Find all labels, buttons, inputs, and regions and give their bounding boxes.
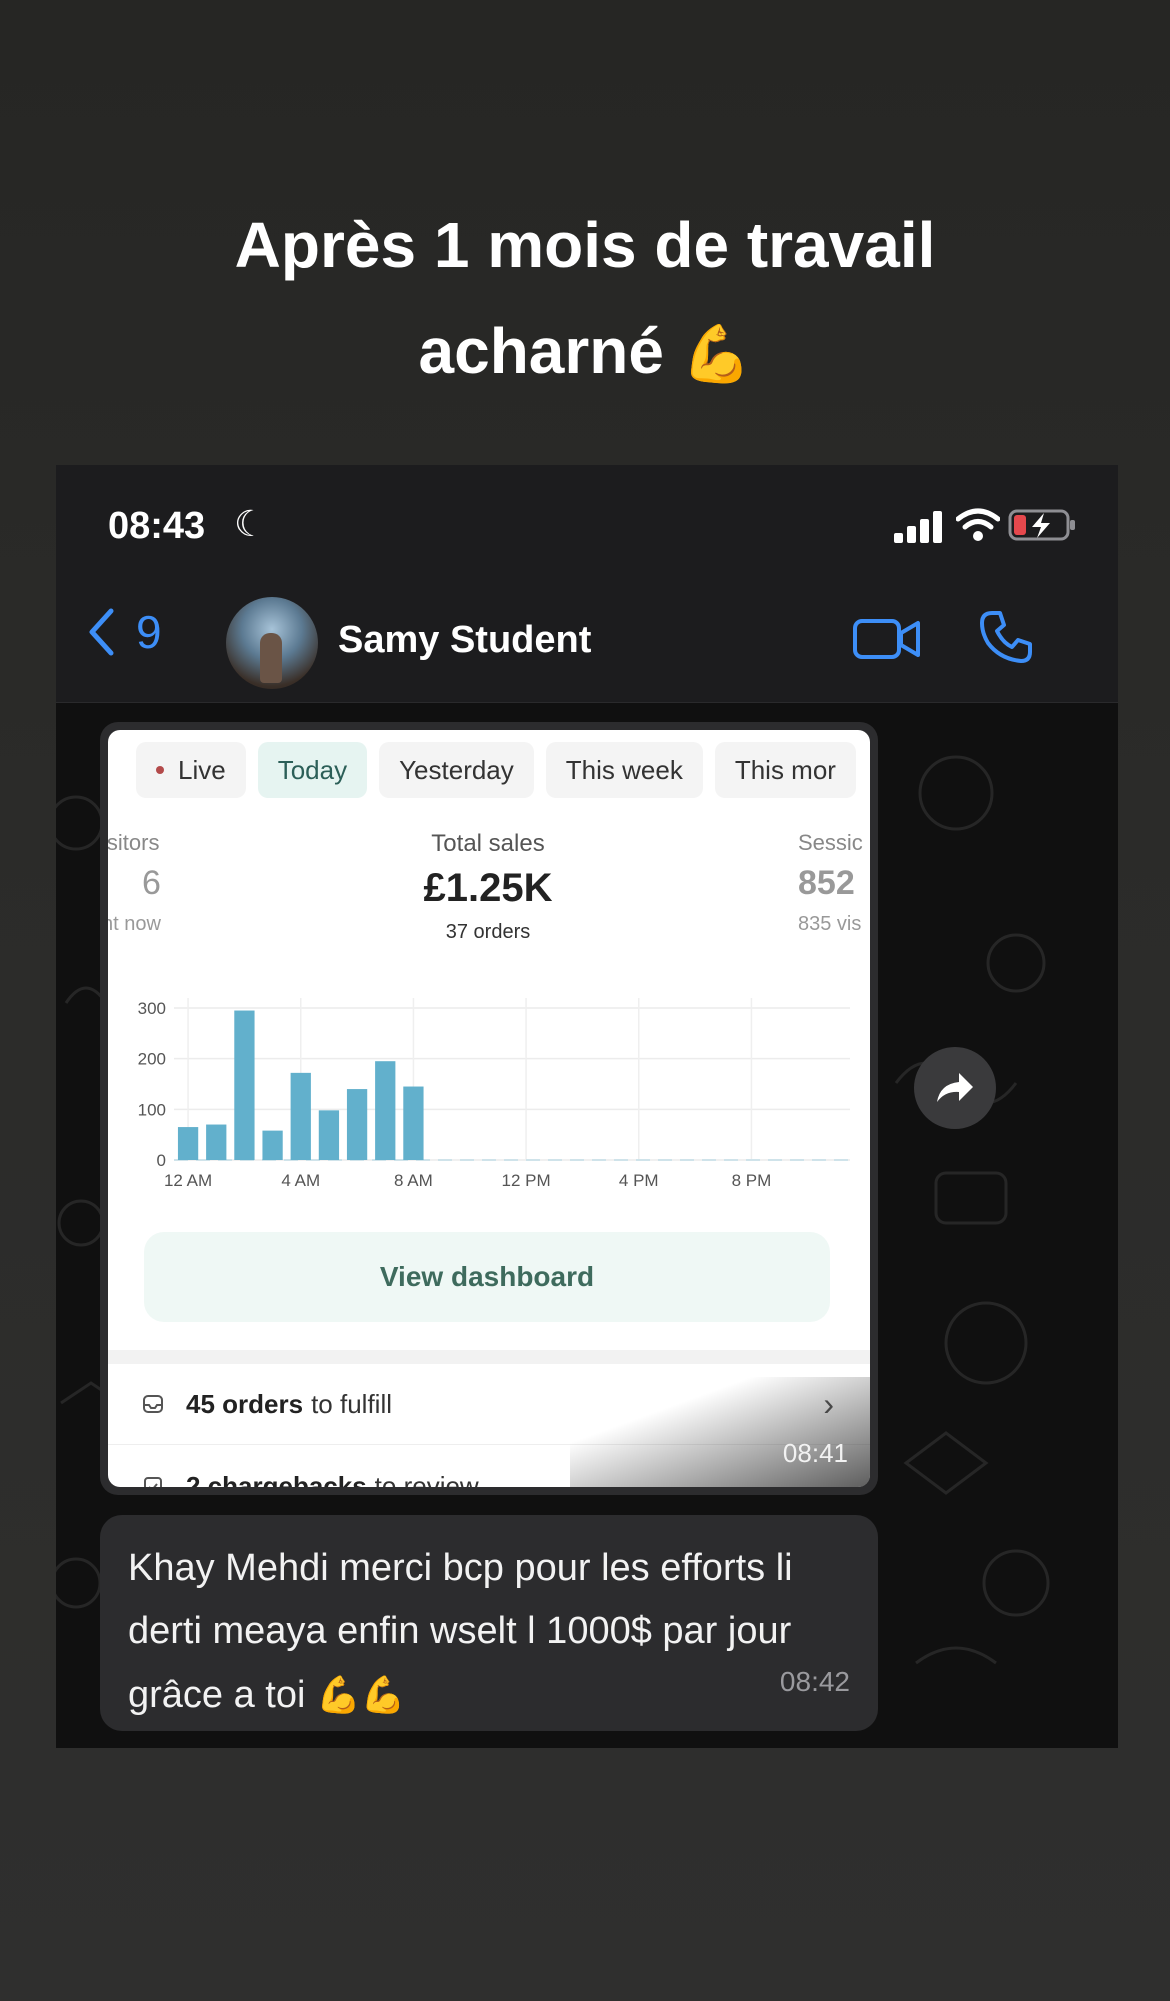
dashboard-screenshot[interactable]: Live Today Yesterday This week This mor …: [108, 730, 870, 1487]
stat-sub: ht now: [108, 913, 161, 935]
bar-5-am: [318, 1110, 340, 1160]
chat-header: 9 Samy Student: [56, 583, 1118, 703]
y-tick-label: 100: [138, 1100, 166, 1119]
view-dashboard-label: View dashboard: [379, 1261, 595, 1292]
text-message[interactable]: Khay Mehdi merci bcp pour les efforts li…: [100, 1515, 878, 1731]
x-tick-label: 12 PM: [502, 1171, 551, 1190]
y-tick-label: 200: [138, 1050, 166, 1069]
cellular-signal-icon: [894, 511, 942, 543]
chevron-left-icon: [89, 608, 114, 656]
stat-value: 6: [142, 864, 161, 902]
story-title: Après 1 mois de travail acharné 💪: [0, 192, 1170, 407]
bar-8-am: [403, 1086, 424, 1160]
forward-button[interactable]: [914, 1047, 996, 1129]
story-title-text: acharné: [418, 315, 664, 387]
flexed-biceps-icon: 💪💪: [316, 1674, 406, 1715]
x-tick-label: 8 PM: [732, 1171, 772, 1190]
image-timestamp: 08:41: [782, 1438, 848, 1468]
sessions-stat: Sessic 852 835 vis: [798, 830, 870, 936]
x-tick-label: 4 AM: [281, 1171, 320, 1190]
tab-live[interactable]: Live: [136, 742, 246, 798]
tab-this-month[interactable]: This mor: [714, 742, 856, 798]
moon-icon: ☾: [234, 503, 267, 544]
stat-value: 852: [798, 864, 855, 902]
stat-sub: 835 vis: [798, 913, 862, 935]
hourly-sales-chart: 0 100 200 300 12 AM 4 AM 8 AM 12 PM 4 PM 8 PM: [138, 998, 850, 1190]
image-time-shade: [570, 1377, 870, 1487]
view-dashboard-button[interactable]: View dashboard: [144, 1232, 830, 1322]
stats-row: isitors 6 ht now Total sales £1.25K 37 o…: [108, 830, 870, 950]
x-tick-label: 4 PM: [619, 1171, 659, 1190]
status-time: 08:43: [108, 505, 206, 547]
total-sales-stat[interactable]: Total sales £1.25K 37 orders: [338, 830, 638, 944]
story-title-line2: acharné 💪: [0, 298, 1170, 407]
bar-12-am: [177, 1127, 199, 1160]
unread-count: 9: [136, 606, 162, 658]
tab-yesterday[interactable]: Yesterday: [379, 742, 534, 798]
x-tick-label: 12 AM: [164, 1171, 212, 1190]
orders-text: to fulfill: [311, 1388, 392, 1419]
date-range-tabs: Live Today Yesterday This week This mor: [108, 742, 870, 798]
bar-4-am: [290, 1072, 311, 1160]
phone-screenshot: 08:43 ☾ 9 Samy Student Live Today Yester…: [56, 465, 1118, 1748]
stat-label: Total sales: [431, 830, 545, 857]
visitors-stat: isitors 6 ht now: [108, 830, 182, 936]
status-bar: 08:43 ☾: [56, 465, 1118, 583]
tab-today[interactable]: Today: [257, 742, 368, 798]
bar-6-am: [346, 1089, 368, 1160]
stat-sub: 37 orders: [445, 921, 531, 943]
chargebacks-count: 2 chargebacks: [186, 1470, 367, 1488]
avatar[interactable]: [226, 597, 318, 689]
bar-2-am: [234, 1010, 255, 1160]
stat-label: Sessic: [798, 830, 863, 855]
stat-value: £1.25K: [423, 866, 553, 910]
stat-label: isitors: [108, 830, 160, 855]
forward-arrow-icon: [937, 1073, 973, 1102]
flexed-biceps-icon: 💪: [681, 322, 752, 385]
tab-this-week[interactable]: This week: [545, 742, 703, 798]
bar-1-am: [206, 1124, 227, 1160]
section-divider: [108, 1350, 870, 1364]
phone-call-icon[interactable]: [978, 609, 1034, 665]
battery-charging-icon: [1008, 509, 1075, 541]
y-tick-label: 300: [138, 999, 166, 1018]
bar-7-am: [375, 1061, 396, 1160]
tab-label: This mor: [734, 754, 836, 785]
video-call-icon[interactable]: [852, 613, 922, 665]
tab-label: Yesterday: [399, 754, 514, 785]
orders-count: 45 orders: [186, 1388, 304, 1419]
tab-label: Today: [277, 754, 348, 785]
bar-3-am: [262, 1130, 283, 1160]
chargebacks-text: to review: [374, 1470, 479, 1488]
back-button[interactable]: 9: [86, 605, 162, 659]
x-tick-label: 8 AM: [394, 1171, 433, 1190]
tab-label: Live: [178, 754, 226, 785]
inbox-icon: [143, 1395, 163, 1413]
wifi-icon: [956, 508, 1000, 541]
story-title-line1: Après 1 mois de travail: [234, 209, 936, 281]
message-text: Khay Mehdi merci bcp pour les efforts li…: [128, 1547, 793, 1716]
contact-name[interactable]: Samy Student: [338, 619, 591, 662]
live-dot-icon: [156, 766, 164, 774]
tab-label: This week: [565, 754, 683, 785]
y-tick-label: 0: [157, 1151, 166, 1170]
image-message[interactable]: Live Today Yesterday This week This mor …: [100, 722, 878, 1495]
clipboard-icon: [144, 1477, 162, 1487]
message-timestamp: 08:42: [779, 1666, 850, 1697]
